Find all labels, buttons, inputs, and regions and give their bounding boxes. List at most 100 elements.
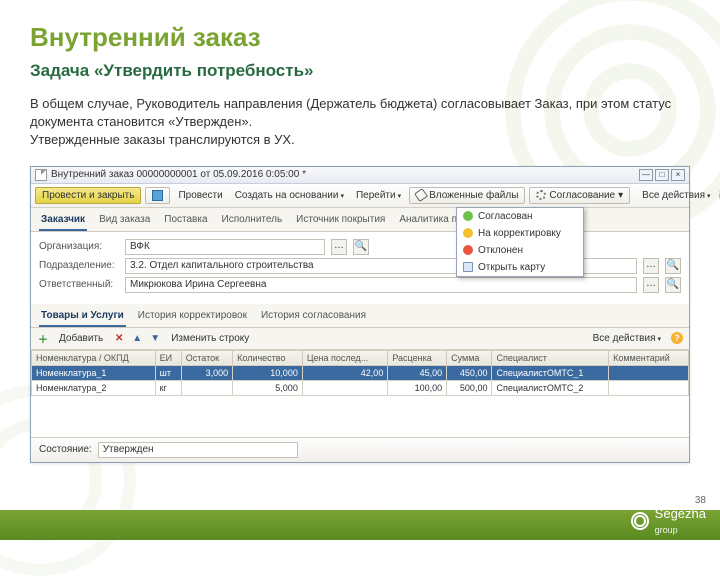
- toolbar: Провести и закрыть Провести Создать на о…: [31, 184, 689, 208]
- items-table: Номенклатура / ОКПД ЕИ Остаток Количеств…: [31, 350, 689, 396]
- move-down-button[interactable]: ▼: [149, 332, 161, 344]
- tab-executor[interactable]: Исполнитель: [220, 212, 285, 231]
- move-up-button[interactable]: ▲: [131, 332, 143, 344]
- logo-text: Segezha: [655, 506, 706, 521]
- resp-label: Ответственный:: [39, 279, 119, 290]
- cell[interactable]: [609, 365, 689, 380]
- gear-icon: [536, 190, 546, 200]
- submit-button[interactable]: Провести: [174, 188, 226, 203]
- cell[interactable]: 3,000: [181, 365, 232, 380]
- save-icon: [152, 190, 163, 201]
- cell[interactable]: 5,000: [233, 380, 303, 395]
- logo-subtext: group: [655, 525, 678, 535]
- col-rate[interactable]: Расценка: [388, 350, 447, 365]
- attachments-button[interactable]: Вложенные файлы: [409, 187, 525, 204]
- yellow-dot-icon: [463, 228, 473, 238]
- col-stock[interactable]: Остаток: [181, 350, 232, 365]
- main-tabs: Заказчик Вид заказа Поставка Исполнитель…: [31, 208, 689, 232]
- cell[interactable]: кг: [155, 380, 181, 395]
- cell[interactable]: Номенклатура_1: [32, 365, 156, 380]
- tab-order-type[interactable]: Вид заказа: [97, 212, 152, 231]
- approval-item-rejected[interactable]: Отклонен: [457, 242, 583, 259]
- resp-lookup-button[interactable]: …: [643, 277, 659, 293]
- resp-input[interactable]: Микрюкова Ирина Сергеевна: [125, 277, 637, 293]
- subtab-goods[interactable]: Товары и Услуги: [39, 308, 126, 327]
- cell[interactable]: СпециалистОМТС_2: [492, 380, 609, 395]
- org-open-button[interactable]: 🔍: [353, 239, 369, 255]
- cell[interactable]: шт: [155, 365, 181, 380]
- close-button[interactable]: ×: [671, 169, 685, 181]
- add-row-icon[interactable]: ＋: [37, 332, 49, 344]
- page-title: Внутренний заказ: [30, 22, 690, 53]
- status-label: Состояние:: [39, 444, 92, 455]
- col-sum[interactable]: Сумма: [447, 350, 492, 365]
- tab-coverage[interactable]: Источник покрытия: [294, 212, 387, 231]
- cell[interactable]: [181, 380, 232, 395]
- dept-open-button[interactable]: 🔍: [665, 258, 681, 274]
- status-value: Утвержден: [98, 442, 298, 458]
- cell[interactable]: [609, 380, 689, 395]
- delete-row-button[interactable]: ✕: [113, 332, 125, 344]
- col-specialist[interactable]: Специалист: [492, 350, 609, 365]
- page-number: 38: [695, 495, 706, 506]
- cell[interactable]: 45,00: [388, 365, 447, 380]
- task-subtitle: Задача «Утвердить потребность»: [30, 61, 690, 81]
- submit-and-close-button[interactable]: Провести и закрыть: [35, 187, 141, 204]
- cell[interactable]: 450,00: [447, 365, 492, 380]
- cell[interactable]: 42,00: [302, 365, 388, 380]
- approval-item-open-map[interactable]: Открыть карту: [457, 259, 583, 276]
- attachments-label: Вложенные файлы: [429, 190, 518, 201]
- col-nomenclature[interactable]: Номенклатура / ОКПД: [32, 350, 156, 365]
- window-title: Внутренний заказ 00000000001 от 05.09.20…: [51, 169, 306, 180]
- approval-dropdown: Согласован На корректировку Отклонен Отк…: [456, 207, 584, 277]
- swirl-icon: [631, 512, 649, 530]
- dropdown-label: На корректировку: [478, 228, 561, 239]
- grid-help-icon[interactable]: ?: [671, 332, 683, 344]
- maximize-button[interactable]: □: [655, 169, 669, 181]
- grid-all-actions-button[interactable]: Все действия: [589, 331, 665, 346]
- cell[interactable]: Номенклатура_2: [32, 380, 156, 395]
- dept-label: Подразделение:: [39, 260, 119, 271]
- add-row-button[interactable]: Добавить: [55, 331, 107, 346]
- cell[interactable]: 10,000: [233, 365, 303, 380]
- tab-delivery[interactable]: Поставка: [162, 212, 209, 231]
- brand-logo: Segezha group: [631, 506, 706, 536]
- document-icon: [35, 169, 47, 181]
- cell[interactable]: [302, 380, 388, 395]
- dropdown-label: Согласован: [478, 211, 533, 222]
- form-panel: Организация: ВФК … 🔍 Подразделение: 3.2.…: [31, 232, 689, 300]
- cell[interactable]: СпециалистОМТС_1: [492, 365, 609, 380]
- approval-button[interactable]: Согласование ▾: [529, 187, 630, 204]
- col-qty[interactable]: Количество: [233, 350, 303, 365]
- approval-item-approved[interactable]: Согласован: [457, 208, 583, 225]
- cell[interactable]: 500,00: [447, 380, 492, 395]
- all-actions-button[interactable]: Все действия: [638, 188, 714, 203]
- subtab-corrections[interactable]: История корректировок: [136, 308, 249, 327]
- col-lastprice[interactable]: Цена послед...: [302, 350, 388, 365]
- resp-open-button[interactable]: 🔍: [665, 277, 681, 293]
- sub-tabs: Товары и Услуги История корректировок Ис…: [31, 304, 689, 328]
- table-row[interactable]: Номенклатура_2 кг 5,000 100,00 500,00 Сп…: [32, 380, 689, 395]
- save-button[interactable]: [145, 187, 170, 204]
- body-text: В общем случае, Руководитель направления…: [30, 95, 690, 150]
- dropdown-label: Отклонен: [478, 245, 523, 256]
- col-unit[interactable]: ЕИ: [155, 350, 181, 365]
- green-dot-icon: [463, 211, 473, 221]
- org-label: Организация:: [39, 241, 119, 252]
- edit-row-button[interactable]: Изменить строку: [167, 331, 253, 346]
- create-based-button[interactable]: Создать на основании: [231, 188, 348, 203]
- cell[interactable]: 100,00: [388, 380, 447, 395]
- goto-button[interactable]: Перейти: [352, 188, 405, 203]
- org-input[interactable]: ВФК: [125, 239, 325, 255]
- dropdown-label: Открыть карту: [478, 262, 545, 273]
- dept-lookup-button[interactable]: …: [643, 258, 659, 274]
- minimize-button[interactable]: —: [639, 169, 653, 181]
- approval-item-correction[interactable]: На корректировку: [457, 225, 583, 242]
- table-row[interactable]: Номенклатура_1 шт 3,000 10,000 42,00 45,…: [32, 365, 689, 380]
- subtab-approval-history[interactable]: История согласования: [259, 308, 368, 327]
- col-comment[interactable]: Комментарий: [609, 350, 689, 365]
- tab-customer[interactable]: Заказчик: [39, 212, 87, 231]
- org-lookup-button[interactable]: …: [331, 239, 347, 255]
- body-line2: Утвержденные заказы транслируются в УХ.: [30, 131, 690, 149]
- grid-area[interactable]: Номенклатура / ОКПД ЕИ Остаток Количеств…: [31, 350, 689, 438]
